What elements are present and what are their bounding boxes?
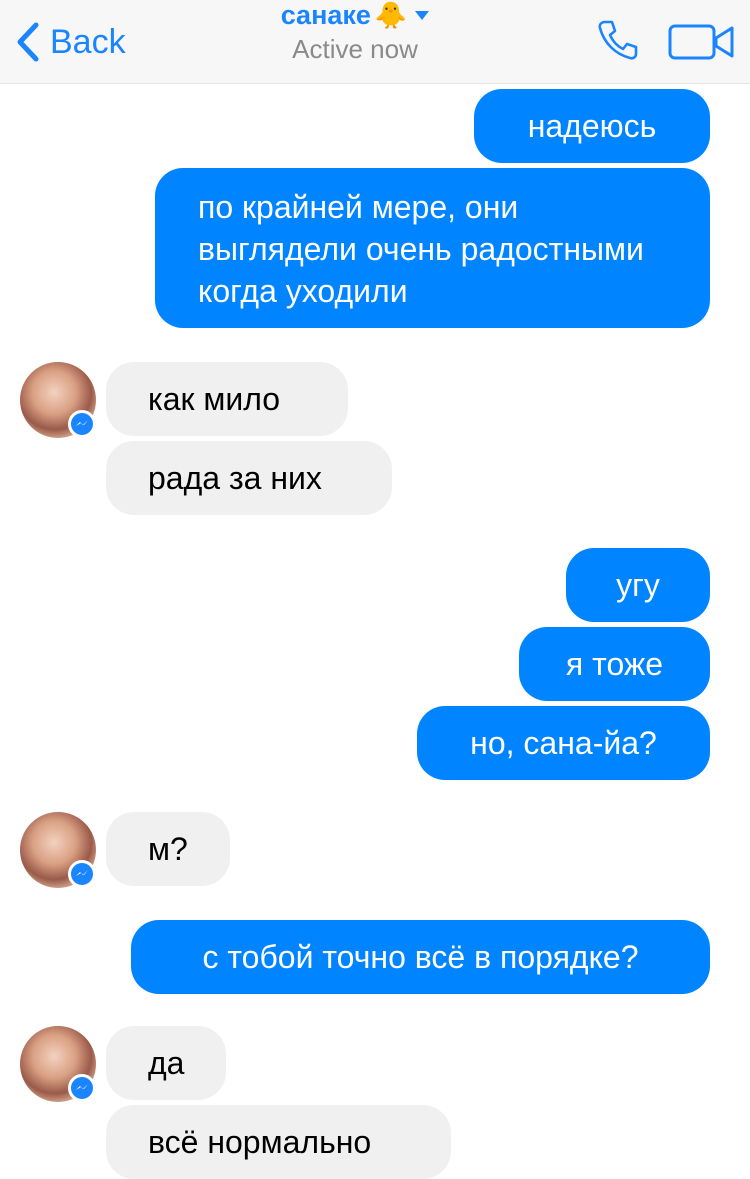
message-bubble-incoming[interactable]: рада за них [106, 441, 392, 515]
contact-avatar[interactable] [20, 1026, 96, 1102]
contact-title[interactable]: санаке 🐥 Active now [240, 0, 470, 84]
phone-call-icon[interactable] [596, 18, 640, 62]
message-bubble-incoming[interactable]: м? [106, 812, 230, 886]
video-call-icon[interactable] [668, 22, 736, 62]
chick-emoji: 🐥 [374, 0, 408, 30]
messenger-badge-icon [68, 1074, 96, 1102]
back-label: Back [50, 22, 126, 61]
dropdown-caret-icon [415, 10, 430, 20]
message-bubble-outgoing[interactable]: надеюсь [474, 89, 710, 163]
chevron-left-icon [17, 22, 39, 62]
messenger-badge-icon [68, 860, 96, 888]
chat-header: Back санаке 🐥 Active now [0, 0, 750, 84]
message-bubble-outgoing[interactable]: с тобой точно всё в порядке? [131, 920, 710, 994]
message-bubble-outgoing[interactable]: я тоже [519, 627, 710, 701]
contact-avatar[interactable] [20, 362, 96, 438]
message-bubble-outgoing[interactable]: но, сана-йа? [417, 706, 710, 780]
message-bubble-outgoing[interactable]: по крайней мере, они выглядели очень рад… [155, 168, 710, 328]
message-bubble-incoming[interactable]: как мило [106, 362, 348, 436]
message-bubble-incoming[interactable]: да [106, 1026, 226, 1100]
back-button[interactable]: Back [14, 18, 126, 66]
contact-avatar[interactable] [20, 812, 96, 888]
contact-name: санаке [280, 0, 371, 30]
message-bubble-outgoing[interactable]: угу [566, 548, 710, 622]
active-status: Active now [292, 34, 418, 64]
messenger-badge-icon [68, 410, 96, 438]
